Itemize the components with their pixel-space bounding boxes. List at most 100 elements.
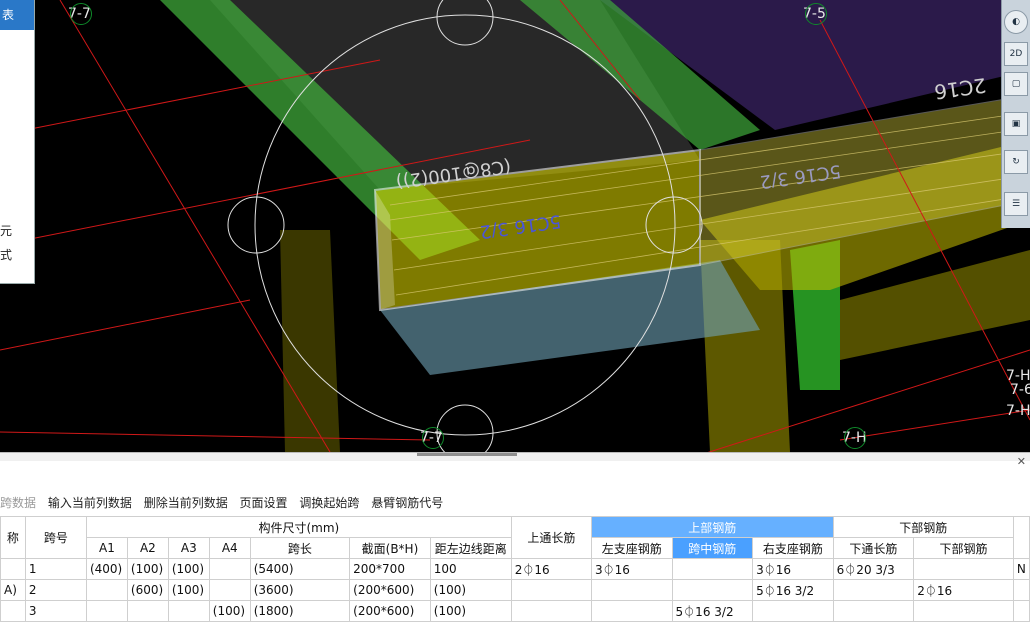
col-header-top-through: 上通长筋 <box>510 516 592 559</box>
cell-section[interactable]: 200*700 <box>349 558 431 580</box>
cell-mid-span[interactable]: 5⏀16 3/2 <box>671 600 754 622</box>
view-cube-front-icon[interactable]: ▢ <box>1004 72 1028 96</box>
cell-a3[interactable]: (100) <box>167 558 210 580</box>
col-header-span-no: 跨号 <box>24 516 87 559</box>
col-header-bottom-group: 下部钢筋 <box>832 516 1014 538</box>
cell-mid-span[interactable] <box>671 558 754 580</box>
cell-offset[interactable]: (100) <box>429 600 512 622</box>
cell-span-length[interactable]: (5400) <box>249 558 351 580</box>
toolbar-copy-span-data[interactable]: 跨数据 <box>0 496 36 510</box>
col-header-a3: A3 <box>167 537 210 559</box>
col-header-a1: A1 <box>85 537 128 559</box>
col-header-bottom-through: 下通长筋 <box>832 537 915 559</box>
left-panel-item-1[interactable]: 元 <box>0 222 12 239</box>
left-panel-header[interactable]: 表 <box>0 0 34 30</box>
cell-a2[interactable]: (100) <box>126 558 169 580</box>
cell-a4[interactable]: (100) <box>208 600 251 622</box>
col-header-top-group: 上部钢筋 <box>590 516 834 538</box>
cell-top-through[interactable] <box>510 600 592 622</box>
cell-right-support[interactable]: 5⏀16 3/2 <box>752 579 834 601</box>
axis-label-edge-2: 7-H <box>1006 403 1030 419</box>
cell-a1[interactable] <box>85 579 128 601</box>
toolbar-cantilever-code[interactable]: 悬臂钢筋代号 <box>371 496 443 510</box>
cell-span[interactable]: 2 <box>24 579 87 601</box>
toolbar-delete-column[interactable]: 删除当前列数据 <box>144 496 228 510</box>
axis-label-7-7-top: 7-7 <box>68 3 92 25</box>
cell-right-support[interactable] <box>752 600 834 622</box>
cell-right-support[interactable]: 3⏀16 <box>752 558 834 580</box>
cell-bottom-bar[interactable] <box>913 600 1014 622</box>
left-panel-item-2[interactable]: 式 <box>0 246 12 263</box>
toolbar-input-column[interactable]: 输入当前列数据 <box>48 496 132 510</box>
col-header-offset: 距左边线距离 <box>429 537 512 559</box>
view-2d-button[interactable]: 2D <box>1004 42 1028 66</box>
cell-bottom-through[interactable] <box>832 579 915 601</box>
cell-a3[interactable]: (100) <box>167 579 210 601</box>
panel-splitter[interactable] <box>0 452 1030 461</box>
col-header-right-support: 右支座钢筋 <box>752 537 834 559</box>
cell-span-length[interactable]: (3600) <box>249 579 351 601</box>
col-header-name: 称 <box>0 516 26 559</box>
cell-bottom-through[interactable]: 6⏀20 3/3 <box>832 558 915 580</box>
view-toolbar: ◐ 2D ▢ ▣ ↻ ☰ <box>1001 0 1030 228</box>
rebar-input-table: 称 跨号 构件尺寸(mm) 上通长筋 上部钢筋 下部钢筋 A1 A2 A3 A4… <box>0 516 1030 632</box>
cell-bottom-bar[interactable] <box>913 558 1014 580</box>
col-header-bottom-bar: 下部钢筋 <box>913 537 1014 559</box>
cell-section[interactable]: (200*600) <box>349 579 431 601</box>
rotation-handle-bottom[interactable] <box>436 404 494 452</box>
axis-label-7-5: 7-5 <box>803 3 827 25</box>
splitter-grip[interactable] <box>417 453 517 456</box>
cell-extra[interactable] <box>1012 579 1030 601</box>
view-cube-iso-icon[interactable]: ▣ <box>1004 112 1028 136</box>
table-toolbar: 跨数据 输入当前列数据 删除当前列数据 页面设置 调换起始跨 悬臂钢筋代号 <box>0 492 1030 514</box>
cell-span[interactable]: 3 <box>24 600 87 622</box>
cell-offset[interactable]: 100 <box>429 558 512 580</box>
cell-a4[interactable] <box>208 558 251 580</box>
col-header-a2: A2 <box>126 537 169 559</box>
3d-viewport[interactable]: 5C16 3/2 (C8@100(2)) 5C16 3/2 2C16 7-7 7… <box>0 0 1030 452</box>
table-row: 1 (400) (100) (100) (5400) 200*700 100 2… <box>0 558 1030 580</box>
cell-mid-span[interactable] <box>671 579 754 601</box>
cell-left-support[interactable] <box>590 600 673 622</box>
table-row: A) 2 (600) (100) (3600) (200*600) (100) … <box>0 579 1030 601</box>
cell-offset[interactable]: (100) <box>429 579 512 601</box>
cell-name[interactable]: A) <box>0 579 26 601</box>
orbit-sphere-icon[interactable]: ◐ <box>1004 10 1028 34</box>
table-row: 3 (100) (1800) (200*600) (100) 5⏀16 3/2 <box>0 600 1030 622</box>
3d-scene[interactable]: 5C16 3/2 (C8@100(2)) 5C16 3/2 2C16 <box>0 0 1030 452</box>
cell-left-support[interactable]: 3⏀16 <box>590 558 673 580</box>
cell-bottom-through[interactable] <box>832 600 915 622</box>
cell-section[interactable]: (200*600) <box>349 600 431 622</box>
col-header-left-support: 左支座钢筋 <box>590 537 673 559</box>
cell-left-support[interactable] <box>590 579 673 601</box>
axis-label-7-h: 7-H <box>842 427 867 449</box>
cell-extra[interactable] <box>1012 600 1030 622</box>
col-header-size-group: 构件尺寸(mm) <box>85 516 512 538</box>
cell-bottom-bar[interactable]: 2⏀16 <box>913 579 1014 601</box>
cell-a1[interactable] <box>85 600 128 622</box>
cell-a4[interactable] <box>208 579 251 601</box>
cell-span-length[interactable]: (1800) <box>249 600 351 622</box>
layers-icon[interactable]: ☰ <box>1004 192 1028 216</box>
cell-span[interactable]: 1 <box>24 558 87 580</box>
axis-label-edge-3: 7-6 <box>1010 382 1030 398</box>
cell-top-through[interactable] <box>510 579 592 601</box>
toolbar-swap-start-span[interactable]: 调换起始跨 <box>299 496 359 510</box>
cell-a1[interactable]: (400) <box>85 558 128 580</box>
col-header-mid-span: 跨中钢筋 <box>671 537 754 559</box>
cell-name[interactable] <box>0 558 26 580</box>
cell-a2[interactable] <box>126 600 169 622</box>
cell-extra[interactable]: N <box>1012 558 1030 580</box>
cell-a2[interactable]: (600) <box>126 579 169 601</box>
axis-label-7-7-bottom: 7-7 <box>420 427 444 449</box>
col-header-span-length: 跨长 <box>249 537 351 559</box>
col-header-extra <box>1012 516 1030 559</box>
left-floating-panel[interactable]: 表 元 式 <box>0 0 35 284</box>
cell-name[interactable] <box>0 600 26 622</box>
close-icon[interactable]: ✕ <box>1017 455 1026 468</box>
toolbar-page-setup[interactable]: 页面设置 <box>240 496 288 510</box>
cell-a3[interactable] <box>167 600 210 622</box>
rotate-icon[interactable]: ↻ <box>1004 150 1028 174</box>
cell-top-through[interactable]: 2⏀16 <box>510 558 592 580</box>
col-header-section: 截面(B*H) <box>349 537 431 559</box>
